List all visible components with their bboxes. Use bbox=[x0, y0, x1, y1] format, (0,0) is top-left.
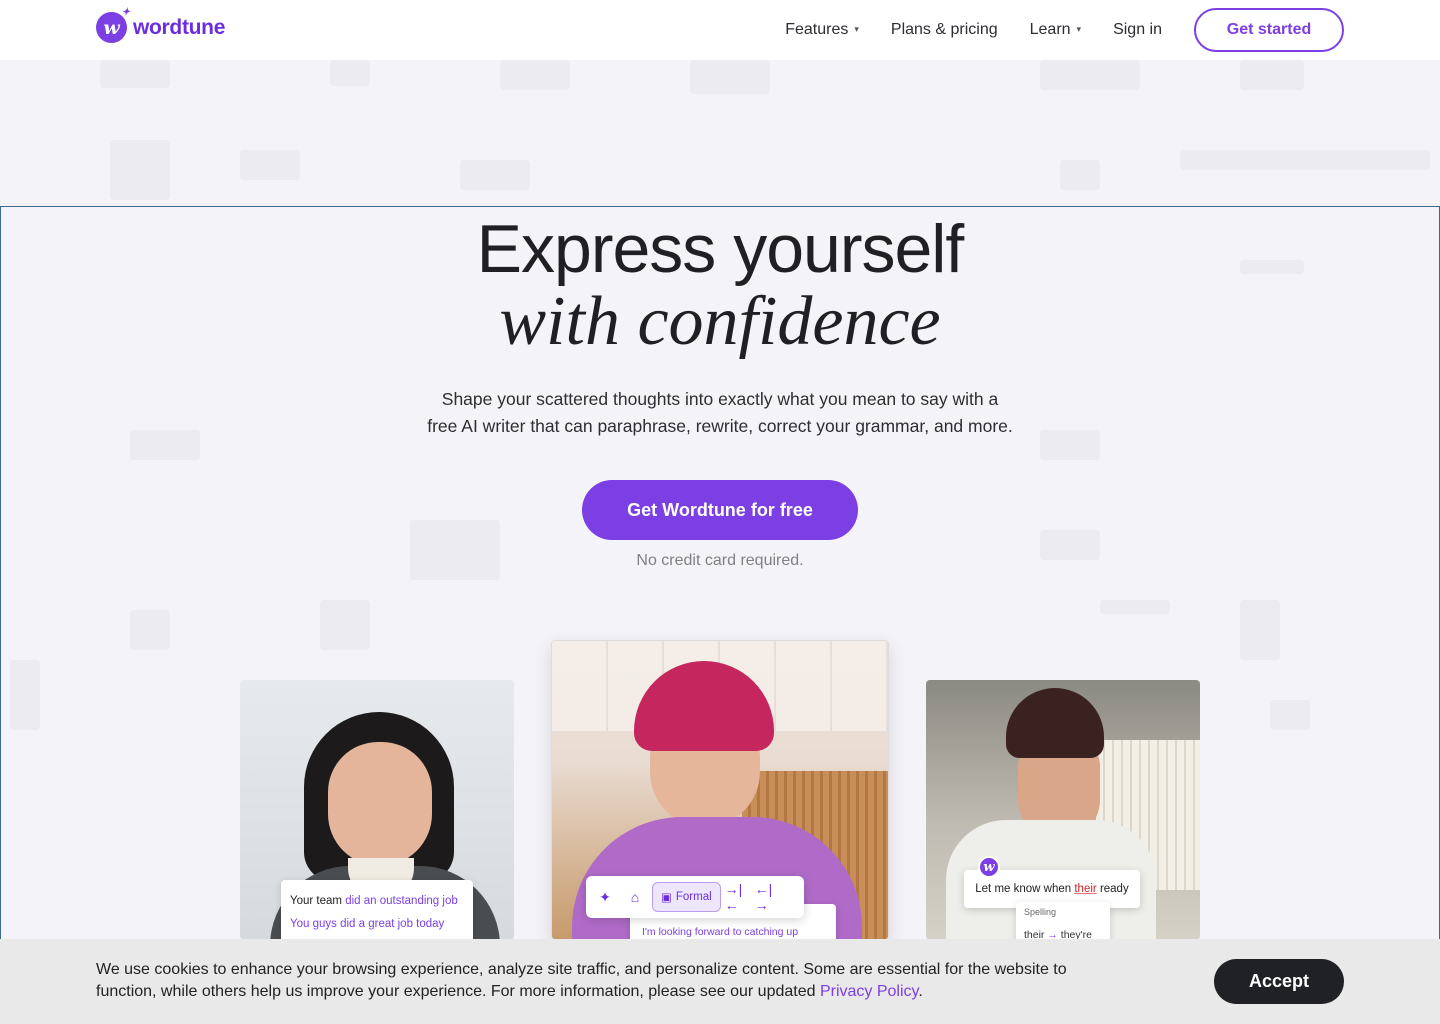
cookie-text-line2-prefix: function, while others help us improve y… bbox=[96, 983, 820, 1000]
expand-icon[interactable]: ←|→ bbox=[755, 881, 781, 913]
formal-label: Formal bbox=[675, 891, 712, 903]
hero-subtitle: Shape your scattered thoughts into exact… bbox=[400, 386, 1040, 440]
sentence-highlight: did an outstanding job bbox=[345, 895, 458, 907]
logo-letter: w bbox=[103, 16, 120, 39]
face-shape bbox=[328, 742, 432, 866]
nav-features-label: Features bbox=[785, 21, 849, 38]
nav-plans-label: Plans & pricing bbox=[890, 21, 998, 38]
wordtune-logo[interactable]: w ✦ wordtune bbox=[96, 7, 226, 43]
badge-letter: w bbox=[983, 859, 995, 875]
site-header: w ✦ wordtune Features ▾ Plans & pricing … bbox=[0, 0, 1440, 60]
cookie-text-line2: function, while others help us improve y… bbox=[96, 981, 1136, 1003]
misspelled-word: their bbox=[1074, 883, 1097, 895]
hero-title: Express yourself bbox=[476, 211, 965, 287]
sparkle-icon: ✦ bbox=[121, 7, 130, 18]
nav-learn-label: Learn bbox=[1029, 21, 1071, 38]
privacy-policy-link[interactable]: Privacy Policy bbox=[820, 983, 918, 1000]
briefcase-icon: ▣ bbox=[661, 892, 672, 904]
sentence-suffix: ready bbox=[1099, 883, 1129, 895]
cookie-text: We use cookies to enhance your browsing … bbox=[96, 959, 1136, 1003]
cookie-text-period: . bbox=[918, 983, 923, 1000]
rewrite-option: You guys did a great job today bbox=[290, 918, 445, 930]
hero-subtitle-line2: free AI writer that can paraphrase, rewr… bbox=[427, 416, 1013, 436]
sentence-prefix: Let me know when bbox=[975, 883, 1072, 895]
beanie-shape bbox=[1006, 688, 1104, 758]
sparkle-icon[interactable]: ✦ bbox=[592, 884, 618, 910]
chevron-down-icon: ▾ bbox=[854, 23, 859, 34]
main-nav: Features ▾ Plans & pricing Learn ▾ Sign … bbox=[785, 8, 1344, 52]
logo-mark-icon: w ✦ bbox=[96, 7, 130, 43]
sentence-prefix: Your team bbox=[290, 895, 346, 907]
get-wordtune-free-button[interactable]: Get Wordtune for free bbox=[582, 480, 858, 540]
nav-plans-pricing[interactable]: Plans & pricing bbox=[891, 21, 998, 39]
accept-cookies-button[interactable]: Accept bbox=[1214, 959, 1344, 1004]
rewrite-suggestion-card: Your team did an outstanding job You guy… bbox=[281, 880, 473, 944]
cookie-text-line1: We use cookies to enhance your browsing … bbox=[96, 961, 1067, 978]
formal-tone-button[interactable]: ▣ Formal bbox=[652, 882, 721, 912]
wordtune-toolbar: ✦ ⌂ ▣ Formal →|← ←|→ bbox=[586, 876, 804, 918]
nav-sign-in-label: Sign in bbox=[1113, 21, 1162, 38]
no-credit-card-note: No credit card required. bbox=[636, 552, 804, 569]
chevron-down-icon: ▾ bbox=[1076, 23, 1082, 34]
get-started-button[interactable]: Get started bbox=[1194, 8, 1344, 52]
nav-features[interactable]: Features ▾ bbox=[785, 21, 859, 39]
logo-text: wordtune bbox=[133, 15, 226, 39]
wordtune-badge-icon: w bbox=[978, 856, 1000, 878]
spelling-label: Spelling bbox=[1024, 907, 1057, 917]
cookie-banner: We use cookies to enhance your browsing … bbox=[0, 939, 1440, 1024]
nav-sign-in[interactable]: Sign in bbox=[1113, 21, 1162, 39]
shorten-icon[interactable]: →|← bbox=[725, 881, 751, 913]
hero-title-italic: with confidence bbox=[499, 283, 941, 360]
hero-subtitle-line1: Shape your scattered thoughts into exact… bbox=[441, 389, 999, 409]
nav-learn[interactable]: Learn ▾ bbox=[1030, 21, 1081, 39]
original-sentence: Your team did an outstanding job bbox=[290, 887, 464, 916]
casual-shoe-icon[interactable]: ⌂ bbox=[622, 884, 648, 910]
